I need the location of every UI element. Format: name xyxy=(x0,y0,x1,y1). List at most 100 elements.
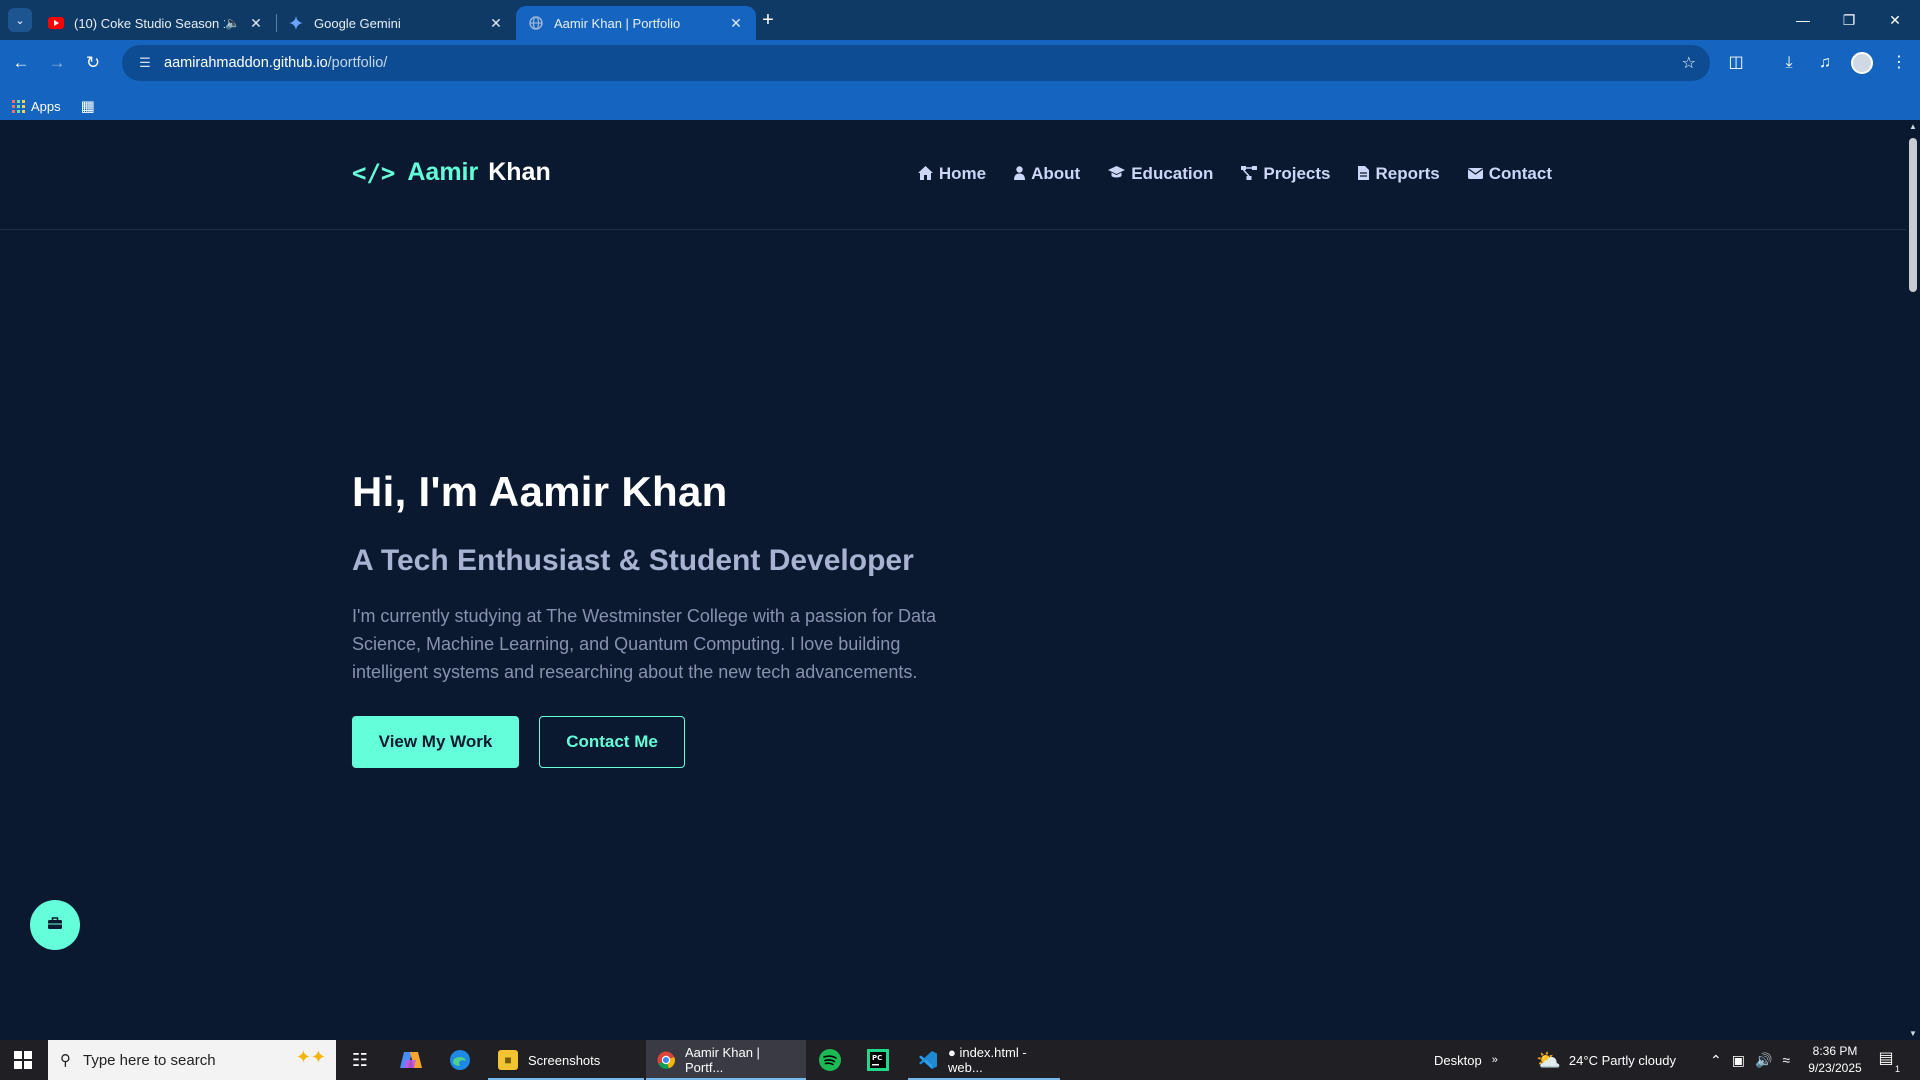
reload-icon[interactable]: ↻ xyxy=(80,50,106,76)
partly-cloudy-icon: ⛅ xyxy=(1536,1049,1561,1072)
briefcase-fab-button[interactable] xyxy=(30,900,80,950)
media-control-icon[interactable]: ♫ xyxy=(1812,50,1838,76)
meet-now-icon[interactable]: ▣ xyxy=(1732,1052,1745,1069)
desktop-toolbar[interactable]: Desktop » xyxy=(1434,1040,1498,1080)
code-icon: </> xyxy=(352,158,396,187)
forward-arrow-icon[interactable]: → xyxy=(44,50,70,76)
scroll-up-arrow-icon[interactable]: ▲ xyxy=(1909,122,1917,131)
address-bar[interactable]: ☰ aamirahmaddon.github.io /portfolio/ ☆ xyxy=(122,45,1710,81)
back-arrow-icon[interactable]: ← xyxy=(8,50,34,76)
nav-label: Home xyxy=(938,164,987,183)
briefcase-icon xyxy=(48,916,62,934)
search-icon: ⚲ xyxy=(60,1052,71,1069)
hero-buttons: View My Work Contact Me xyxy=(352,716,972,768)
close-tab-icon[interactable]: ✕ xyxy=(248,15,264,32)
taskbar-search[interactable]: ⚲ Type here to search ✦✦ xyxy=(48,1040,336,1080)
close-window-icon[interactable]: ✕ xyxy=(1872,0,1918,40)
taskbar-app-label: Aamir Khan | Portf... xyxy=(685,1045,760,1075)
start-button[interactable] xyxy=(0,1040,46,1080)
copilot-icon[interactable] xyxy=(391,1044,431,1076)
globe-icon xyxy=(528,15,544,31)
task-view-icon[interactable]: ☷ xyxy=(340,1044,380,1076)
logo-last-name: Khan xyxy=(488,158,551,186)
taskbar-app-vscode[interactable]: ● index.html - web... xyxy=(908,1040,1060,1080)
svg-text:PC: PC xyxy=(872,1054,882,1062)
extensions-puzzle-icon[interactable]: ◫ xyxy=(1723,50,1749,76)
envelope-icon xyxy=(1467,166,1483,182)
new-tab-plus-icon[interactable]: + xyxy=(756,8,780,32)
taskbar-app-label: Screenshots xyxy=(528,1052,601,1068)
youtube-icon xyxy=(48,15,64,31)
graduation-cap-icon xyxy=(1108,166,1126,182)
weather-text: 24°C Partly cloudy xyxy=(1568,1052,1676,1068)
tab-portfolio[interactable]: Aamir Khan | Portfolio ✕ xyxy=(516,6,756,40)
close-tab-icon[interactable]: ✕ xyxy=(488,15,504,32)
url-host: aamirahmaddon.github.io xyxy=(164,55,328,71)
download-icon[interactable]: ⤓ xyxy=(1776,50,1802,76)
volume-icon[interactable]: 🔊 xyxy=(1755,1052,1772,1069)
nav-label: Reports xyxy=(1375,164,1440,183)
apps-grid-icon xyxy=(12,99,25,113)
spotify-icon[interactable] xyxy=(810,1044,850,1076)
taskbar-clock[interactable]: 8:36 PM 9/23/2025 xyxy=(1800,1043,1870,1077)
tab-google-gemini[interactable]: Google Gemini ✕ xyxy=(276,6,516,40)
tab-title: Google Gemini xyxy=(314,15,401,31)
site-logo[interactable]: </> Aamir Khan xyxy=(352,158,551,187)
view-my-work-button[interactable]: View My Work xyxy=(352,716,519,768)
taskbar-app-chrome[interactable]: Aamir Khan | Portf... xyxy=(646,1040,806,1080)
notification-count: 1 xyxy=(1894,1064,1900,1074)
pycharm-icon[interactable]: PC xyxy=(858,1044,898,1076)
url-path: /portfolio/ xyxy=(327,55,388,71)
tab-title: (10) Coke Studio Season 12 xyxy=(74,15,226,31)
weather-widget[interactable]: ⛅ 24°C Partly cloudy xyxy=(1536,1040,1676,1080)
wifi-icon[interactable]: ≈ xyxy=(1782,1052,1790,1068)
chrome-icon xyxy=(656,1050,675,1070)
windows-logo-icon xyxy=(14,1051,32,1069)
user-icon xyxy=(1014,165,1026,183)
scroll-down-arrow-icon[interactable]: ▼ xyxy=(1909,1029,1917,1038)
search-placeholder: Type here to search xyxy=(83,1051,216,1069)
nav-education[interactable]: Education xyxy=(1108,164,1213,184)
portfolio-page: </> Aamir Khan Home About Education Proj… xyxy=(0,120,1906,1040)
gemini-icon xyxy=(288,15,304,31)
taskbar-app-screenshots[interactable]: ■ Screenshots xyxy=(488,1040,644,1080)
notification-icon[interactable]: ▤ 1 xyxy=(1874,1048,1900,1074)
nav-label: Contact xyxy=(1488,164,1552,183)
home-icon xyxy=(917,165,933,183)
edge-icon[interactable] xyxy=(440,1044,480,1076)
nav-about[interactable]: About xyxy=(1014,164,1080,184)
close-tab-icon[interactable]: ✕ xyxy=(728,15,744,32)
desktop-label: Desktop xyxy=(1434,1052,1482,1068)
hero-description: I'm currently studying at The Westminste… xyxy=(352,606,937,682)
bookmark-apps[interactable]: Apps xyxy=(12,99,61,114)
tab-search-chevron-icon[interactable]: ⌄ xyxy=(8,8,32,32)
tray-chevron-up-icon[interactable]: ⌃ xyxy=(1710,1052,1722,1069)
site-info-icon[interactable]: ☰ xyxy=(130,55,160,71)
site-navbar: </> Aamir Khan Home About Education Proj… xyxy=(0,120,1906,230)
tab-groups-icon[interactable]: ▦ xyxy=(81,97,95,115)
system-tray: ⌃ ▣ 🔊 ≈ xyxy=(1710,1040,1790,1080)
profile-avatar[interactable] xyxy=(1851,52,1873,74)
bookmark-star-icon[interactable]: ☆ xyxy=(1682,53,1696,73)
minimize-icon[interactable]: — xyxy=(1780,0,1826,40)
nav-reports[interactable]: Reports xyxy=(1358,164,1440,184)
browser-menu-icon[interactable]: ⋮ xyxy=(1886,50,1912,76)
sparkle-icon: ✦✦ xyxy=(295,1047,326,1067)
nav-contact[interactable]: Contact xyxy=(1467,164,1552,184)
clock-time: 8:36 PM xyxy=(1812,1044,1858,1058)
nav-home[interactable]: Home xyxy=(917,164,987,184)
nav-links: Home About Education Projects Reports Co… xyxy=(917,164,1552,184)
nav-projects[interactable]: Projects xyxy=(1241,164,1330,184)
file-icon xyxy=(1358,165,1370,183)
vscode-icon xyxy=(918,1050,938,1070)
page-scrollbar[interactable]: ▲ ▼ xyxy=(1906,120,1920,1040)
tab-title: Aamir Khan | Portfolio xyxy=(554,15,681,31)
hero-heading: Hi, I'm Aamir Khan xyxy=(352,468,728,515)
scroll-thumb[interactable] xyxy=(1909,138,1917,292)
contact-me-button[interactable]: Contact Me xyxy=(539,716,685,768)
folder-icon: ■ xyxy=(498,1050,518,1070)
restore-icon[interactable]: ❐ xyxy=(1826,0,1872,40)
speaker-icon[interactable]: 🔈 xyxy=(225,16,240,30)
tab-coke-studio[interactable]: (10) Coke Studio Season 12 🔈 ✕ xyxy=(36,6,276,40)
browser-tab-strip: ⌄ (10) Coke Studio Season 12 🔈 ✕ Google … xyxy=(0,0,1920,40)
